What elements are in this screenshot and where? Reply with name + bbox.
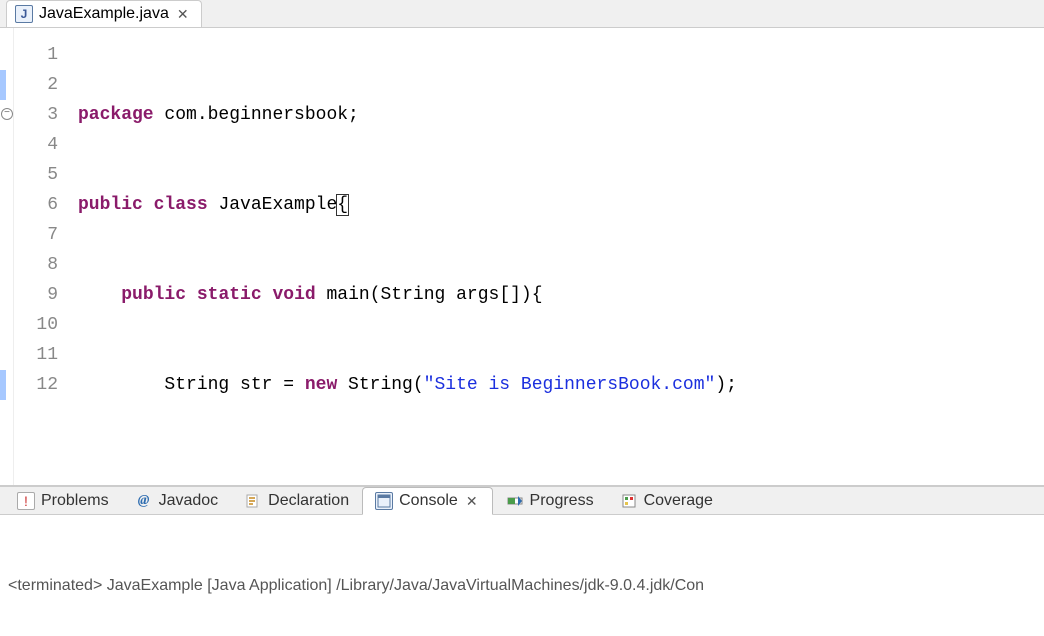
tab-problems[interactable]: ! Problems [4, 487, 122, 514]
javadoc-icon: @ [135, 492, 153, 510]
line-number: 11 [14, 340, 58, 370]
console-view[interactable]: <terminated> JavaExample [Java Applicati… [0, 515, 1044, 636]
line-number: 8 [14, 250, 58, 280]
line-number: 9 [14, 280, 58, 310]
tab-label: Console [399, 492, 458, 510]
tab-label: Javadoc [159, 492, 219, 510]
line-number-gutter: 1 2 3 4 5 6 7 8 9 10 11 12 [14, 28, 68, 485]
tab-label: Declaration [268, 492, 349, 510]
tab-javadoc[interactable]: @ Javadoc [122, 487, 232, 514]
close-icon[interactable]: ✕ [175, 6, 191, 23]
tab-label: Progress [530, 492, 594, 510]
code-line [78, 460, 1044, 486]
editor-tab-bar: J JavaExample.java ✕ [0, 0, 1044, 28]
bottom-view-tabs: ! Problems @ Javadoc Declaration Console… [0, 486, 1044, 515]
line-number: 1 [14, 40, 58, 70]
tab-progress[interactable]: Progress [493, 487, 607, 514]
close-icon[interactable]: ✕ [464, 493, 480, 510]
tab-declaration[interactable]: Declaration [231, 487, 362, 514]
fold-bar: − [0, 28, 14, 485]
line-number: 3 [14, 100, 58, 130]
declaration-icon [244, 492, 262, 510]
tab-console[interactable]: Console ✕ [362, 487, 492, 515]
override-marker[interactable] [0, 70, 6, 100]
fold-toggle-icon[interactable]: − [1, 108, 13, 120]
coverage-icon [620, 492, 638, 510]
tab-coverage[interactable]: Coverage [607, 487, 726, 514]
line-number: 12 [14, 370, 58, 400]
editor-area: − 1 2 3 4 5 6 7 8 9 10 11 12 package com… [0, 28, 1044, 486]
code-line: public static void main(String args[]){ [78, 280, 1044, 310]
line-number: 6 [14, 190, 58, 220]
line-number: 10 [14, 310, 58, 340]
line-number: 7 [14, 220, 58, 250]
console-icon [375, 492, 393, 510]
line-number: 4 [14, 130, 58, 160]
line-number: 2 [14, 70, 58, 100]
code-line: package com.beginnersbook; [78, 100, 1044, 130]
problems-icon: ! [17, 492, 35, 510]
editor-tab-title: JavaExample.java [39, 5, 169, 23]
code-line: String str = new String("Site is Beginne… [78, 370, 1044, 400]
console-header: <terminated> JavaExample [Java Applicati… [8, 573, 1036, 599]
editor-tab-javaexample[interactable]: J JavaExample.java ✕ [6, 0, 202, 27]
progress-icon [506, 492, 524, 510]
code-line: public class JavaExample{ [78, 190, 1044, 220]
java-file-icon: J [15, 5, 33, 23]
text-cursor: { [336, 194, 349, 216]
tab-label: Problems [41, 492, 109, 510]
code-editor[interactable]: package com.beginnersbook; public class … [68, 28, 1044, 485]
current-line-marker [0, 370, 6, 400]
tab-label: Coverage [644, 492, 713, 510]
line-number: 5 [14, 160, 58, 190]
